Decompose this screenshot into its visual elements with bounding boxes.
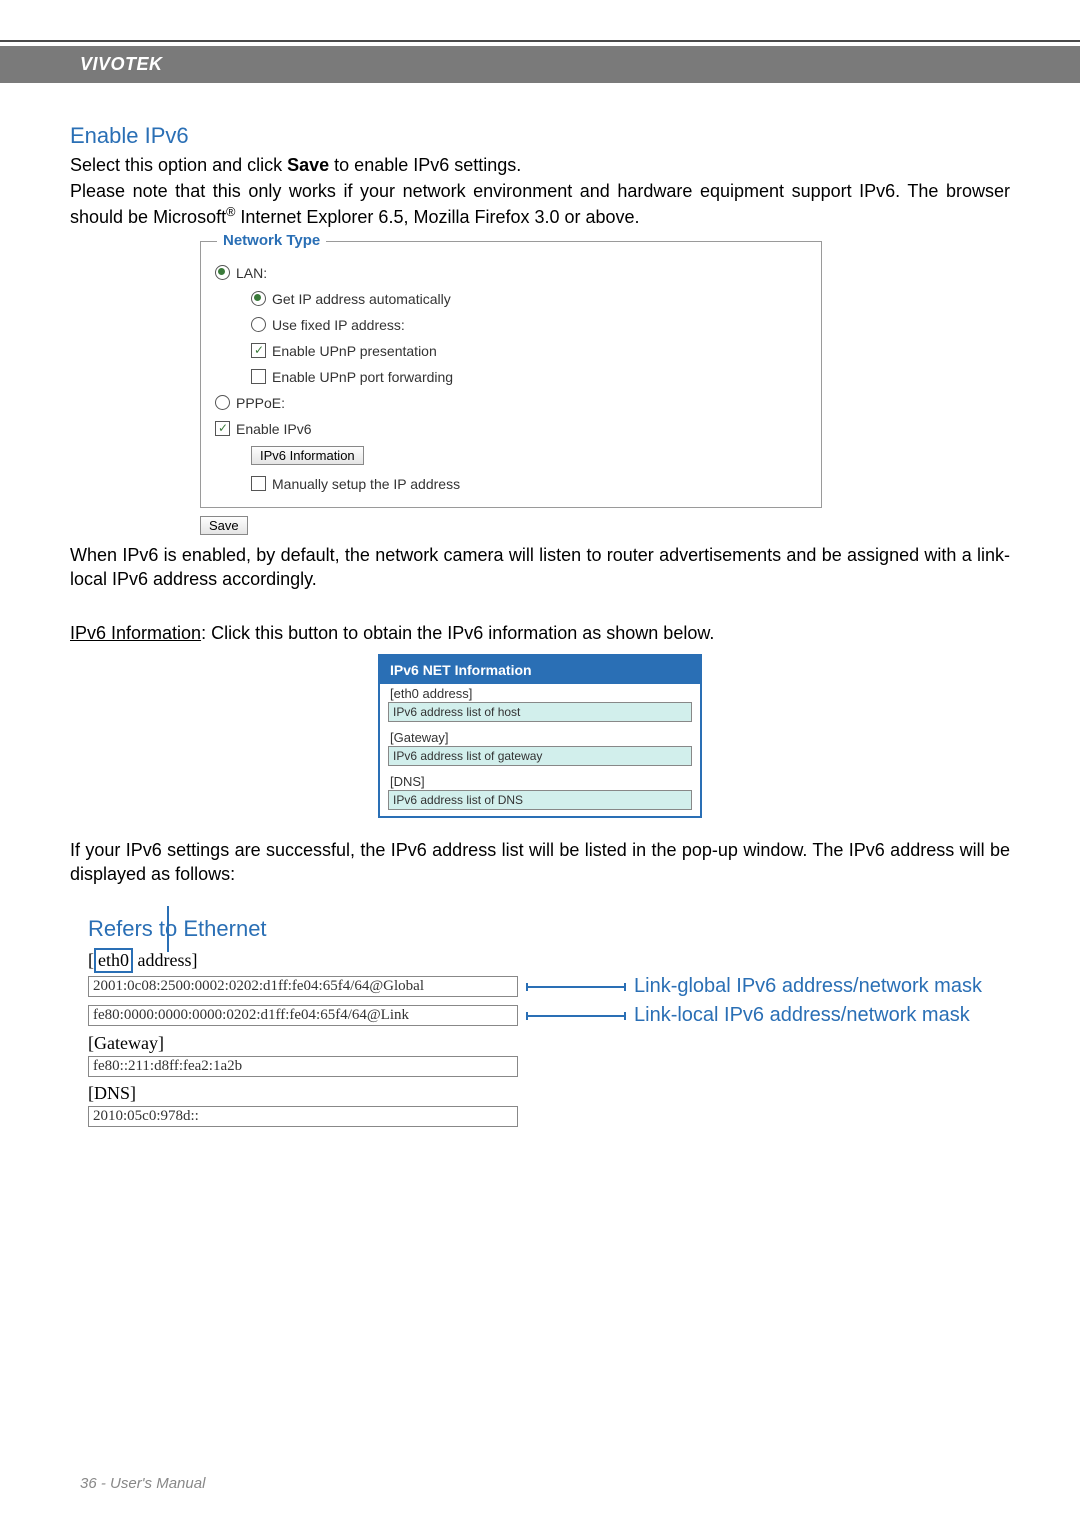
ipv6-info-rest: : Click this button to obtain the IPv6 i… (201, 623, 714, 643)
info-dns-cell: IPv6 address list of DNS (388, 790, 692, 810)
info-dns-label: [DNS] (380, 772, 700, 790)
enable-ipv6-label: Enable IPv6 (236, 421, 312, 437)
section-title-enable-ipv6: Enable IPv6 (70, 123, 1010, 149)
info-box-head: IPv6 NET Information (380, 656, 700, 684)
radio-icon[interactable] (215, 265, 230, 280)
save-button[interactable]: Save (200, 516, 248, 535)
ipv6-global-address: 2001:0c08:2500:0002:0202:d1ff:fe04:65f4/… (88, 976, 518, 997)
manual-ip-label: Manually setup the IP address (272, 476, 460, 492)
brand-header: VIVOTEK (0, 46, 1080, 83)
fixed-ip-row[interactable]: Use fixed IP address: (211, 312, 811, 338)
pointer-line (167, 906, 169, 952)
ipv6-information-button[interactable]: IPv6 Information (251, 446, 364, 465)
info-gw-label: [Gateway] (380, 728, 700, 746)
lan-radio-row[interactable]: LAN: (211, 260, 811, 286)
dns-value: 2010:05c0:978d:: (88, 1106, 518, 1127)
anno-link-global: Link-global IPv6 address/network mask (634, 975, 982, 998)
upnp-fwd-row[interactable]: Enable UPnP port forwarding (211, 364, 811, 390)
pppoe-label: PPPoE: (236, 395, 285, 411)
connector-line (526, 986, 626, 988)
intro2-post: Internet Explorer 6.5, Mozilla Firefox 3… (235, 207, 639, 227)
ipv6-net-info-box: IPv6 NET Information [eth0 address] IPv6… (378, 654, 702, 818)
gateway-value: fe80::211:d8ff:fea2:1a2b (88, 1056, 518, 1077)
radio-icon[interactable] (251, 291, 266, 306)
intro-line-1: Select this option and click Save to ena… (70, 153, 1010, 177)
manual-ip-row[interactable]: Manually setup the IP address (211, 471, 811, 497)
checkbox-icon[interactable] (251, 369, 266, 384)
eth0-boxed: eth0 (94, 948, 133, 973)
page-footer: 36 - User's Manual (0, 1475, 1080, 1492)
gateway-label: [Gateway] (88, 1031, 1010, 1056)
intro1-bold: Save (287, 155, 329, 175)
radio-icon[interactable] (251, 317, 266, 332)
ipv6-link-address: fe80:0000:0000:0000:0202:d1ff:fe04:65f4/… (88, 1005, 518, 1026)
eth0-rest: address] (133, 950, 197, 970)
lan-label: LAN: (236, 265, 267, 281)
registered-icon: ® (226, 205, 235, 219)
checkbox-icon[interactable] (251, 343, 266, 358)
fixed-ip-label: Use fixed IP address: (272, 317, 405, 333)
enable-ipv6-row[interactable]: Enable IPv6 (211, 416, 811, 442)
info-eth-cell: IPv6 address list of host (388, 702, 692, 722)
panel-legend: Network Type (217, 232, 326, 249)
after-panel-text: When IPv6 is enabled, by default, the ne… (70, 543, 1010, 592)
connector-line (526, 1015, 626, 1017)
auto-ip-row[interactable]: Get IP address automatically (211, 286, 811, 312)
pppoe-radio-row[interactable]: PPPoE: (211, 390, 811, 416)
intro1-pre: Select this option and click (70, 155, 287, 175)
intro1-post: to enable IPv6 settings. (329, 155, 521, 175)
ipv6-address-diagram: [eth0 address] 2001:0c08:2500:0002:0202:… (88, 946, 1010, 1127)
intro-line-2: Please note that this only works if your… (70, 179, 1010, 229)
refers-to-ethernet: Refers to Ethernet (88, 916, 1010, 942)
auto-ip-label: Get IP address automatically (272, 291, 451, 307)
upnp-pres-label: Enable UPnP presentation (272, 343, 437, 359)
upnp-fwd-label: Enable UPnP port forwarding (272, 369, 453, 385)
radio-icon[interactable] (215, 395, 230, 410)
upnp-pres-row[interactable]: Enable UPnP presentation (211, 338, 811, 364)
checkbox-icon[interactable] (251, 476, 266, 491)
checkbox-icon[interactable] (215, 421, 230, 436)
eth0-address-label: [eth0 address] (88, 946, 1010, 975)
success-text: If your IPv6 settings are successful, th… (70, 838, 1010, 887)
ipv6-info-underline: IPv6 Information (70, 623, 201, 643)
ipv6-info-line: IPv6 Information: Click this button to o… (70, 621, 1010, 645)
dns-label: [DNS] (88, 1081, 1010, 1106)
info-gw-cell: IPv6 address list of gateway (388, 746, 692, 766)
info-eth-label: [eth0 address] (380, 684, 700, 702)
network-type-panel: Network Type LAN: Get IP address automat… (200, 241, 822, 508)
anno-link-local: Link-local IPv6 address/network mask (634, 1004, 970, 1027)
